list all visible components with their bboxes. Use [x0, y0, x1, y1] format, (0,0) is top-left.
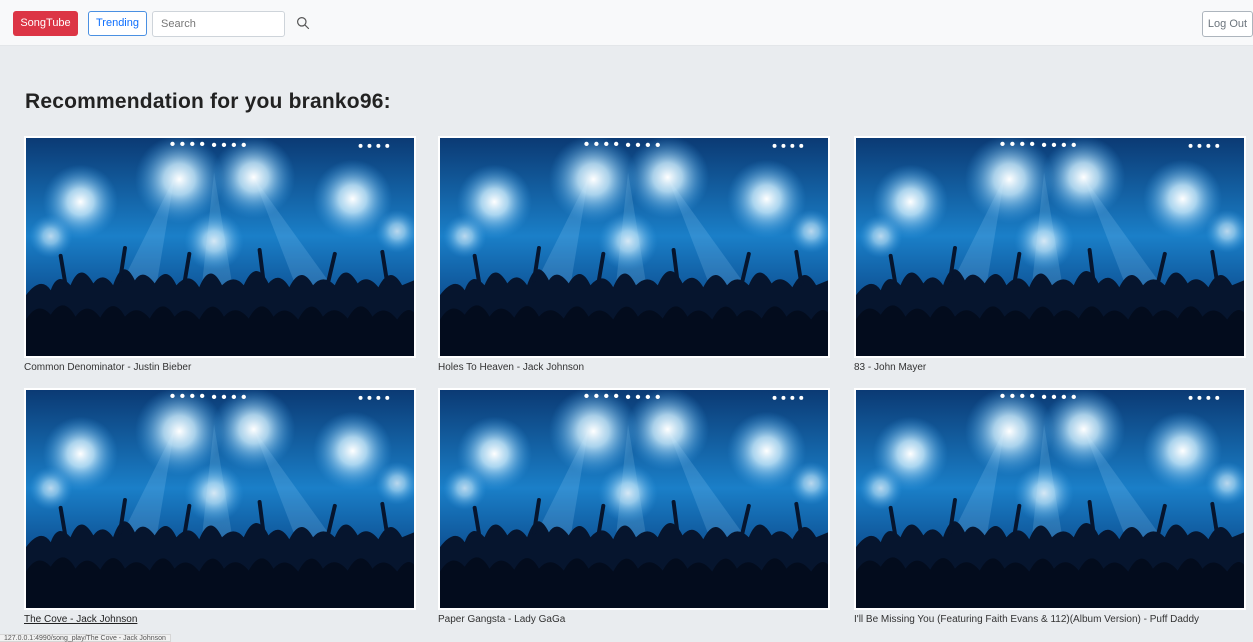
- song-card[interactable]: Paper Gangsta - Lady GaGa: [438, 388, 830, 625]
- song-thumbnail[interactable]: [24, 136, 416, 358]
- concert-image: [856, 138, 1244, 356]
- song-card[interactable]: The Cove - Jack Johnson: [24, 388, 416, 625]
- brand-button[interactable]: SongTube: [13, 11, 78, 36]
- trending-button[interactable]: Trending: [88, 11, 147, 36]
- song-link[interactable]: I'll Be Missing You (Featuring Faith Eva…: [854, 614, 1246, 625]
- song-link[interactable]: Common Denominator - Justin Bieber: [24, 362, 416, 373]
- song-thumbnail[interactable]: [854, 388, 1246, 610]
- song-thumbnail[interactable]: [438, 136, 830, 358]
- recommendation-grid: Common Denominator - Justin Bieber Holes…: [24, 136, 1246, 642]
- concert-image: [26, 138, 414, 356]
- browser-status-url: 127.0.0.1:4990/song_play/The Cove - Jack…: [0, 634, 171, 642]
- search-icon: [297, 17, 310, 30]
- song-card[interactable]: 83 - John Mayer: [854, 136, 1246, 373]
- song-card[interactable]: I'll Be Missing You (Featuring Faith Eva…: [854, 388, 1246, 625]
- song-link[interactable]: Holes To Heaven - Jack Johnson: [438, 362, 830, 373]
- concert-image: [856, 390, 1244, 608]
- search-input[interactable]: [152, 11, 285, 37]
- song-thumbnail[interactable]: [438, 388, 830, 610]
- logout-button[interactable]: Log Out: [1202, 11, 1253, 37]
- concert-image: [440, 138, 828, 356]
- concert-image: [440, 390, 828, 608]
- navbar: SongTube Trending Log Out: [0, 0, 1253, 46]
- search-button[interactable]: [295, 16, 311, 32]
- page-title: Recommendation for you branko96:: [25, 90, 391, 113]
- song-card[interactable]: Common Denominator - Justin Bieber: [24, 136, 416, 373]
- song-card[interactable]: Holes To Heaven - Jack Johnson: [438, 136, 830, 373]
- song-link[interactable]: Paper Gangsta - Lady GaGa: [438, 614, 830, 625]
- song-link[interactable]: 83 - John Mayer: [854, 362, 1246, 373]
- song-link[interactable]: The Cove - Jack Johnson: [24, 614, 416, 625]
- song-thumbnail[interactable]: [24, 388, 416, 610]
- song-thumbnail[interactable]: [854, 136, 1246, 358]
- concert-image: [26, 390, 414, 608]
